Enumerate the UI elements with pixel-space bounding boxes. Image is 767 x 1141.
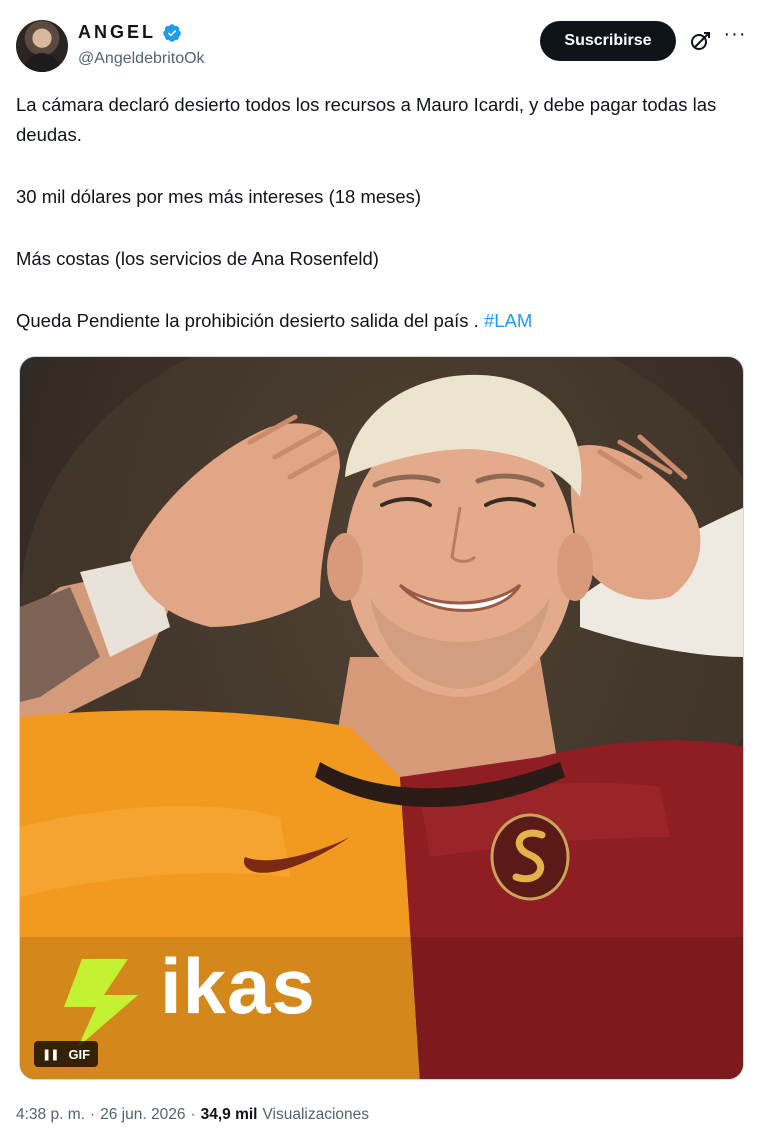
views-label: Visualizaciones [262,1106,370,1123]
subscribe-button[interactable]: Suscribirse [540,21,676,61]
tweet-header: ANGEL @AngeldebritoOk Suscribirse ··· [16,18,751,74]
gif-frame-illustration [20,357,743,1079]
pause-icon[interactable]: ❚❚ [42,1048,59,1061]
tweet-text-line-4: Queda Pendiente la prohibición desierto … [16,306,751,336]
tweet-meta: 4:38 p. m. · 26 jun. 2026 · 34,9 mil Vis… [16,1106,369,1124]
views-count: 34,9 mil [200,1106,258,1123]
author-display-name[interactable]: ANGEL [78,22,156,43]
watermark-text: ikas [160,942,316,1030]
tweet-text-line-3: Más costas (los servicios de Ana Rosenfe… [16,248,379,269]
tweet-text-line-4-body: Queda Pendiente la prohibición desierto … [16,310,484,331]
tweet-text-line-1: La cámara declaró desierto todos los rec… [16,94,717,145]
tweet-media-gif[interactable]: ikas ❚❚ GIF [19,356,744,1080]
hashtag-link[interactable]: #LAM [484,310,532,331]
verified-badge-icon [163,23,181,42]
tweet-date[interactable]: 26 jun. 2026 [100,1106,185,1124]
avatar[interactable] [16,20,68,72]
grok-icon[interactable] [688,29,712,53]
meta-separator: · [89,1106,96,1123]
author-name-row: ANGEL [78,22,182,43]
meta-separator-2: · [190,1106,196,1123]
author-handle[interactable]: @AngeldebritoOk [78,50,205,68]
gif-badge[interactable]: ❚❚ GIF [34,1041,99,1067]
tweet-time[interactable]: 4:38 p. m. [16,1106,85,1124]
tweet-text-line-2: 30 mil dólares por mes más intereses (18… [16,186,422,207]
more-icon[interactable]: ··· [721,24,749,50]
gif-label: GIF [68,1046,91,1062]
